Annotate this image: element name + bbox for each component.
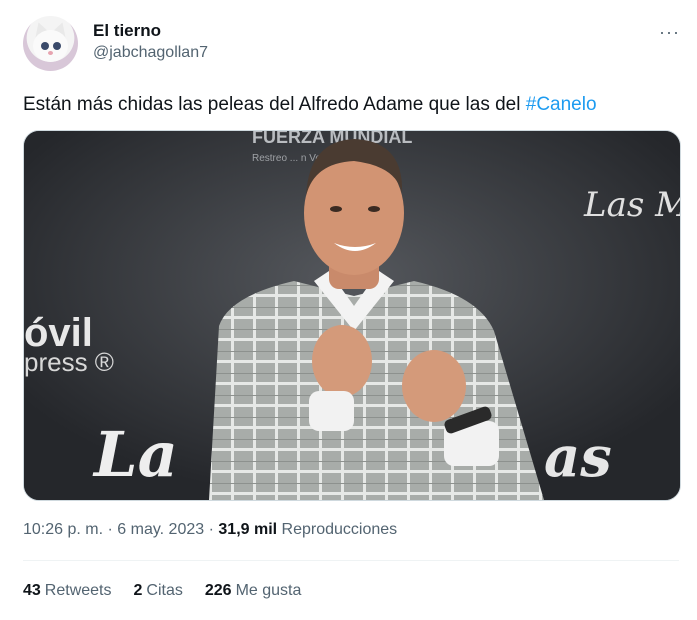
cat-nose [48,51,53,55]
backdrop-bottom-right: as [544,424,612,490]
quotes-label: Citas [146,582,183,599]
quotes-count: 2 [133,582,143,599]
views-label: Reproducciones [281,521,398,538]
views-count: 31,9 mil [218,521,278,538]
retweets-stat[interactable]: 43 Retweets [23,582,112,600]
cat-eye-left [41,42,49,50]
tweet-time: 10:26 p. m. [23,521,104,538]
hashtag-link[interactable]: #Canelo [526,94,597,115]
likes-stat[interactable]: 226 Me gusta [205,582,302,600]
divider [23,560,679,561]
author-handle[interactable]: @jabchagollan7 [93,44,208,62]
author-name[interactable]: El tierno [93,21,161,41]
backdrop-right: Las M [583,185,680,225]
fist-right [402,350,466,422]
shirt-cuff-left [309,391,354,431]
fist-left [312,325,372,397]
likes-label: Me gusta [235,582,302,599]
tweet-text: Están más chidas las peleas del Alfredo … [23,94,597,116]
likes-count: 226 [204,582,232,599]
backdrop-bottom-left: La [92,418,178,491]
meta-separator: · [107,521,113,538]
cat-eye-right [53,42,61,50]
tweet-photo[interactable]: FUERZA MUNDIAL Restreo ... n Vehicular ó… [23,130,681,501]
engagement-stats: 43 Retweets 2 Citas 226 Me gusta [23,582,301,600]
tweet-body: Están más chidas las peleas del Alfredo … [23,94,526,115]
tweet-date: 6 may. 2023 [117,521,205,538]
eye-left [330,206,342,212]
meta-separator: · [208,521,214,538]
tweet-timestamp[interactable]: 10:26 p. m. · 6 may. 2023 · 31,9 mil Rep… [23,521,397,539]
eye-right [368,206,380,212]
avatar[interactable] [23,16,78,71]
more-options-icon[interactable]: ··· [659,22,680,43]
retweets-count: 43 [23,582,41,599]
quotes-stat[interactable]: 2 Citas [134,582,183,600]
backdrop-left-2: press ® [24,347,114,377]
cat-face [33,30,68,62]
retweets-label: Retweets [44,582,112,599]
